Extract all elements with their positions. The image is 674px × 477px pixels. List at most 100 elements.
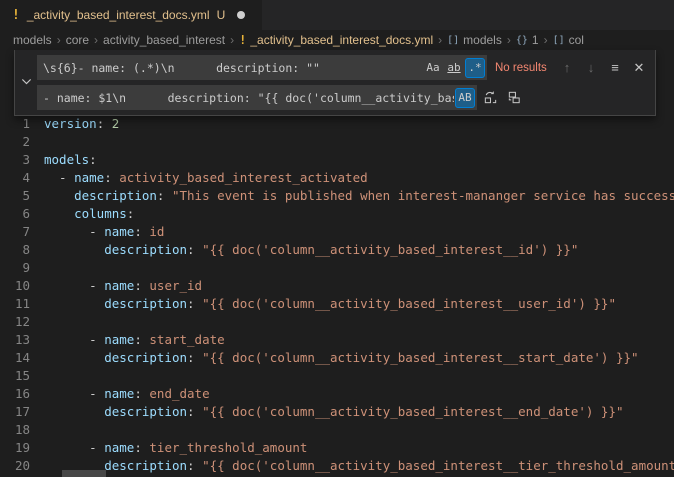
replace-button[interactable] — [479, 87, 501, 109]
code-text: - name: id — [44, 223, 674, 241]
line-number: 18 — [0, 421, 44, 439]
breadcrumb-separator: › — [544, 33, 548, 47]
code-line[interactable]: 2 — [0, 133, 674, 151]
line-number: 13 — [0, 331, 44, 349]
line-number: 20 — [0, 457, 44, 475]
line-number: 15 — [0, 367, 44, 385]
next-match-button[interactable]: ↓ — [580, 57, 602, 79]
line-number: 3 — [0, 151, 44, 169]
code-text: - name: activity_based_interest_activate… — [44, 169, 674, 187]
regex-toggle[interactable]: .* — [465, 58, 485, 78]
close-find-widget-button[interactable]: ✕ — [628, 57, 650, 79]
code-text: models: — [44, 151, 674, 169]
chevron-down-icon — [21, 74, 32, 92]
breadcrumb-separator: › — [57, 33, 61, 47]
line-number: 12 — [0, 313, 44, 331]
breadcrumb-label: activity_based_interest — [103, 33, 225, 47]
code-line[interactable]: 3models: — [0, 151, 674, 169]
code-line[interactable]: 4 - name: activity_based_interest_activa… — [0, 169, 674, 187]
breadcrumb-item-activity-based-interest[interactable]: activity_based_interest — [103, 33, 225, 47]
code-text: description: "{{ doc('column__activity_b… — [44, 349, 674, 367]
line-number: 4 — [0, 169, 44, 187]
line-number: 2 — [0, 133, 44, 151]
replace-row: - name: $1\n description: "{{ doc('colum… — [37, 85, 650, 110]
git-untracked-badge: U — [217, 8, 226, 22]
line-number: 10 — [0, 277, 44, 295]
breadcrumb: models › core › activity_based_interest › !_ac… — [0, 30, 674, 50]
tab-activity-based-interest-docs[interactable]: ! _activity_based_interest_docs.yml U — [0, 0, 262, 30]
breadcrumb-separator: › — [507, 33, 511, 47]
breadcrumb-item-core[interactable]: core — [66, 33, 89, 47]
code-line[interactable]: 16 - name: end_date — [0, 385, 674, 403]
breadcrumb-item--activity-based-interest-docs-yml[interactable]: !_activity_based_interest_docs.yml — [239, 33, 433, 47]
replace-input[interactable]: - name: $1\n description: "{{ doc('colum… — [37, 85, 477, 110]
code-text — [44, 367, 674, 385]
tab-bar: ! _activity_based_interest_docs.yml U — [0, 0, 674, 30]
object-icon: {} — [516, 35, 528, 46]
breadcrumb-label: 1 — [532, 33, 539, 47]
code-text — [44, 133, 674, 151]
modified-dot-icon[interactable] — [237, 11, 245, 19]
code-line[interactable]: 7 - name: id — [0, 223, 674, 241]
find-in-selection-button[interactable]: ≡ — [604, 57, 626, 79]
breadcrumb-label: models — [13, 33, 52, 47]
line-number: 6 — [0, 205, 44, 223]
code-text: description: "{{ doc('column__activity_b… — [44, 295, 674, 313]
code-text: description: "{{ doc('column__activity_b… — [44, 457, 674, 475]
line-number: 8 — [0, 241, 44, 259]
code-line[interactable]: 5 description: "This event is published … — [0, 187, 674, 205]
code-line[interactable]: 18 — [0, 421, 674, 439]
array-icon: [] — [447, 35, 459, 46]
line-number: 11 — [0, 295, 44, 313]
code-text: - name: end_date — [44, 385, 674, 403]
line-number: 19 — [0, 439, 44, 457]
match-case-toggle[interactable]: Aa — [423, 58, 443, 78]
replace-value-text: - name: $1\n description: "{{ doc('colum… — [43, 91, 454, 105]
code-text — [44, 259, 674, 277]
tab-filename: _activity_based_interest_docs.yml — [27, 8, 210, 22]
replace-options: AB — [454, 88, 477, 108]
yaml-warning-file-icon: ! — [12, 8, 20, 23]
code-line[interactable]: 9 — [0, 259, 674, 277]
previous-match-button[interactable]: ↑ — [556, 57, 578, 79]
code-text — [44, 421, 674, 439]
code-line[interactable]: 10 - name: user_id — [0, 277, 674, 295]
whole-word-toggle[interactable]: ab — [444, 58, 464, 78]
breadcrumb-item-models[interactable]: []models — [447, 33, 502, 47]
line-number: 9 — [0, 259, 44, 277]
code-text: - name: tier_threshold_amount — [44, 439, 674, 457]
replace-all-button[interactable] — [503, 87, 525, 109]
code-line[interactable]: 15 — [0, 367, 674, 385]
code-line[interactable]: 11 description: "{{ doc('column__activit… — [0, 295, 674, 313]
code-line[interactable]: 1version: 2 — [0, 115, 674, 133]
find-input[interactable]: \s{6}- name: (.*)\n description: "" Aa a… — [37, 55, 487, 80]
find-options: Aa ab .* — [422, 58, 487, 78]
warning-icon: ! — [239, 33, 246, 47]
breadcrumb-item-1[interactable]: {} 1 — [516, 33, 539, 47]
code-text: - name: start_date — [44, 331, 674, 349]
array-icon: [] — [553, 35, 565, 46]
code-line[interactable]: 17 description: "{{ doc('column__activit… — [0, 403, 674, 421]
horizontal-scrollbar-thumb[interactable] — [62, 470, 106, 477]
code-line[interactable]: 8 description: "{{ doc('column__activity… — [0, 241, 674, 259]
preserve-case-toggle[interactable]: AB — [455, 88, 475, 108]
code-text: version: 2 — [44, 115, 674, 133]
code-line[interactable]: 13 - name: start_date — [0, 331, 674, 349]
line-number: 1 — [0, 115, 44, 133]
find-row: \s{6}- name: (.*)\n description: "" Aa a… — [37, 55, 650, 80]
line-number: 16 — [0, 385, 44, 403]
breadcrumb-label: col — [569, 33, 584, 47]
code-text — [44, 313, 674, 331]
code-line[interactable]: 6 columns: — [0, 205, 674, 223]
code-line[interactable]: 12 — [0, 313, 674, 331]
breadcrumb-item-models[interactable]: models — [13, 33, 52, 47]
breadcrumb-item-col[interactable]: [] col — [553, 33, 584, 47]
find-query-text: \s{6}- name: (.*)\n description: "" — [43, 61, 422, 75]
code-text: - name: user_id — [44, 277, 674, 295]
find-widget-body: \s{6}- name: (.*)\n description: "" Aa a… — [37, 50, 655, 115]
breadcrumb-separator: › — [94, 33, 98, 47]
toggle-replace-button[interactable] — [15, 50, 37, 115]
code-lines[interactable]: 1version: 223models:4 - name: activity_b… — [0, 115, 674, 475]
code-line[interactable]: 14 description: "{{ doc('column__activit… — [0, 349, 674, 367]
code-line[interactable]: 19 - name: tier_threshold_amount — [0, 439, 674, 457]
